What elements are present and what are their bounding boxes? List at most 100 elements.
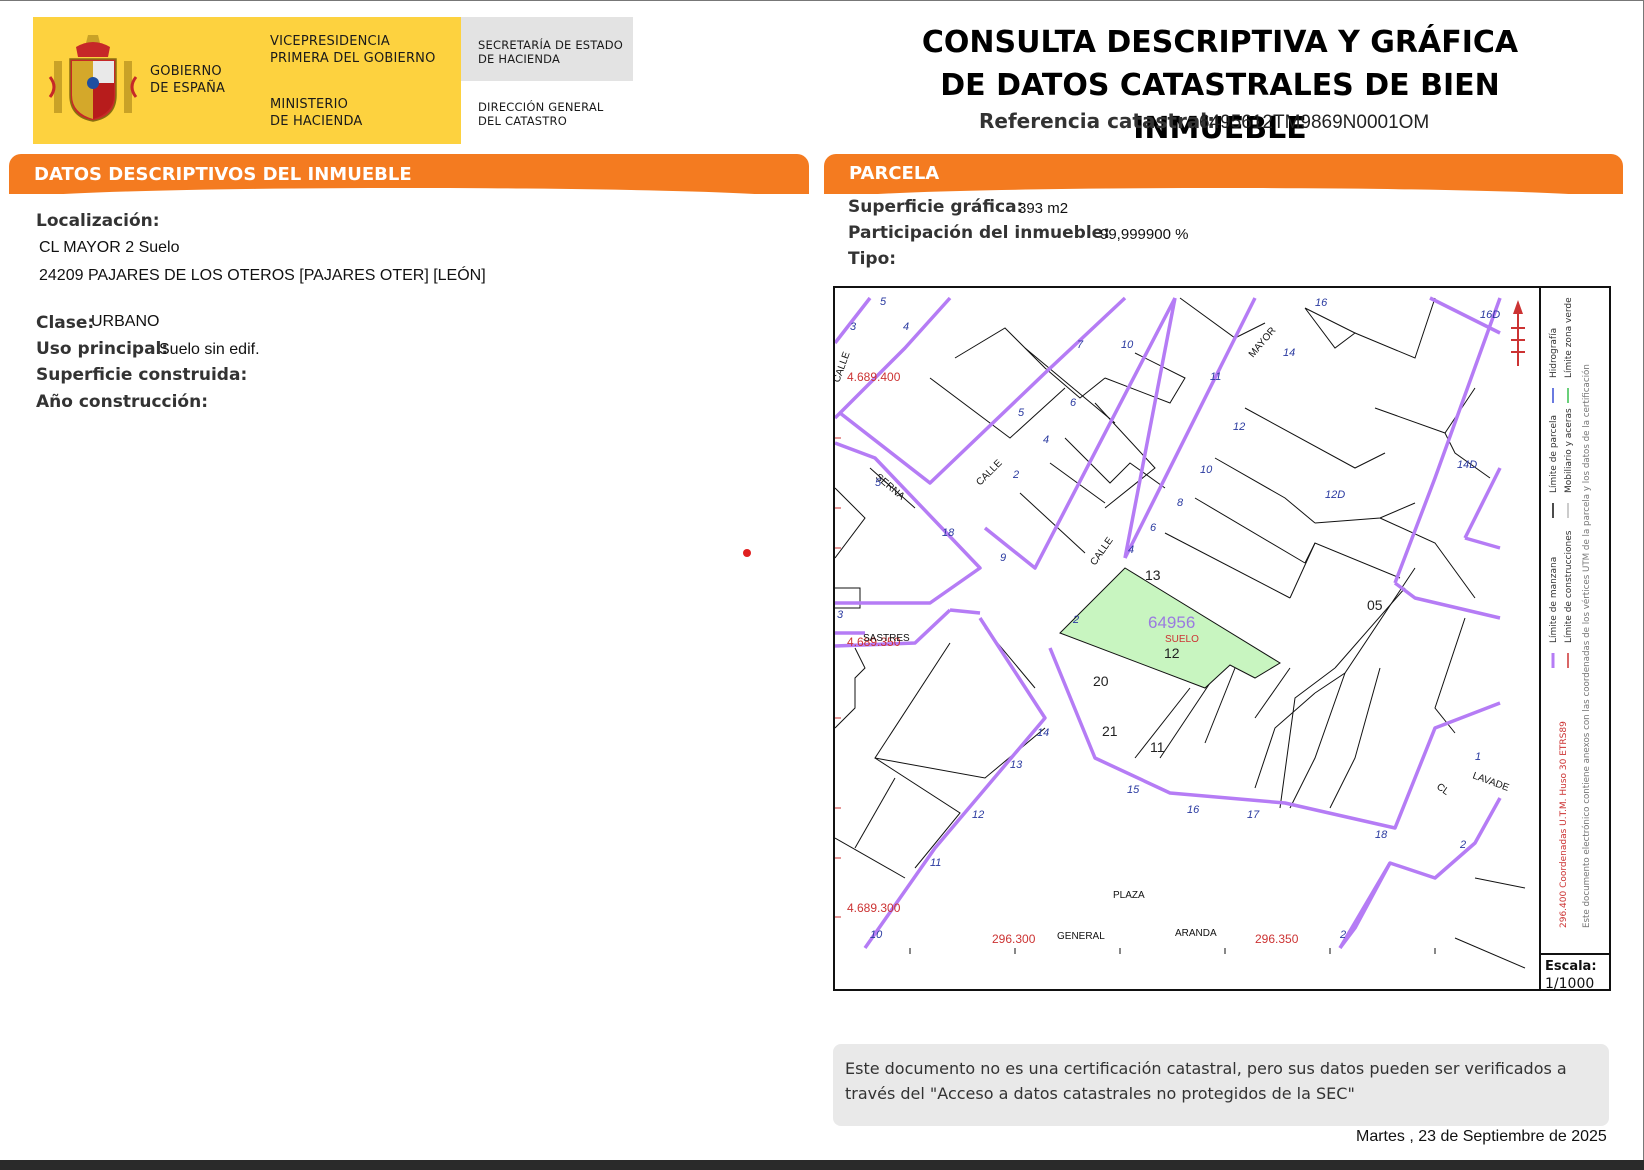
street-label: LAVADE xyxy=(1471,770,1511,793)
street-label: ARANDA xyxy=(1175,928,1217,939)
portal-number: 2 xyxy=(1012,469,1019,481)
gobierno-text: GOBIERNO DE ESPAÑA xyxy=(150,64,226,96)
localizacion-line2: 24209 PAJARES DE LOS OTEROS [PAJARES OTE… xyxy=(39,267,486,284)
uso-principal-value: Suelo sin edif. xyxy=(159,341,260,358)
portal-number: 11 xyxy=(1210,371,1221,383)
portal-number: 2 xyxy=(1072,614,1079,626)
scale-value: 1/1000 xyxy=(1545,976,1595,991)
subparcel-number: 05 xyxy=(1367,597,1383,613)
legend-item: Límite de manzana xyxy=(1549,557,1559,643)
ministerio-text: MINISTERIO DE HACIENDA xyxy=(270,97,363,129)
portal-number: 14 xyxy=(1283,347,1295,359)
portal-number: 11 xyxy=(930,857,941,869)
direccion-general-text: DIRECCIÓN GENERAL DEL CATASTRO xyxy=(478,100,604,128)
clase-value: URBANO xyxy=(91,313,160,330)
street-label: SASTRES xyxy=(863,633,910,644)
descriptive-data-section-header: DATOS DESCRIPTIVOS DEL INMUEBLE xyxy=(9,154,809,200)
participacion-label: Participación del inmueble: xyxy=(848,223,1111,243)
superficie-grafica-label: Superficie gráfica: xyxy=(848,197,1024,217)
coord-x-label: 296.300 xyxy=(992,932,1036,946)
street-label: MAYOR xyxy=(1247,325,1279,360)
portal-number: 4 xyxy=(1128,544,1134,556)
portal-number: 12 xyxy=(972,809,984,821)
map-drawing: 4.689.400 4.689.350 4.689.300 296.300 29… xyxy=(835,296,1526,969)
verification-note: Este documento no es una certificación c… xyxy=(833,1044,1609,1126)
map-legend: Límite de manzana Límite de construccion… xyxy=(1539,288,1609,953)
scale-label: Escala: xyxy=(1545,959,1597,974)
portal-number: 5 xyxy=(875,477,882,489)
tipo-label: Tipo: xyxy=(848,249,897,269)
vicepresidencia-text: VICEPRESIDENCIA PRIMERA DEL GOBIERNO xyxy=(270,34,436,66)
localizacion-label: Localización: xyxy=(36,211,160,231)
parcel-use-label: SUELO xyxy=(1165,634,1199,645)
localizacion-line1: CL MAYOR 2 Suelo xyxy=(39,239,180,256)
portal-number: 1 xyxy=(1475,751,1481,763)
portal-number: 13 xyxy=(1010,759,1023,771)
portal-number: 6 xyxy=(1070,397,1077,409)
street-label: GENERAL xyxy=(1057,931,1105,942)
clase-label: Clase: xyxy=(36,313,95,333)
portal-number: 18 xyxy=(1375,829,1388,841)
portal-number: 15 xyxy=(1127,784,1140,796)
portal-number: 10 xyxy=(1200,464,1213,476)
portal-number: 4 xyxy=(1043,434,1049,446)
ref-catastral-label: Referencia catastral: xyxy=(979,109,1216,133)
portal-number: 10 xyxy=(1121,339,1134,351)
ref-catastral-value: 6495612TM9869N0001OM xyxy=(1199,112,1430,133)
subparcel-number: 20 xyxy=(1093,673,1109,689)
subparcel-number: 13 xyxy=(1145,567,1161,583)
portal-number: 3 xyxy=(837,609,844,621)
north-arrow-icon xyxy=(1511,300,1525,366)
portal-number: 9 xyxy=(1000,552,1006,564)
coat-of-arms-icon xyxy=(48,35,138,122)
parcela-section-header: PARCELA xyxy=(824,154,1623,200)
street-label: PLAZA xyxy=(1113,890,1145,901)
legend-item: Límite de construcciones xyxy=(1564,530,1574,643)
portal-number: 8 xyxy=(1177,497,1184,509)
secretaria-text: SECRETARÍA DE ESTADO DE HACIENDA xyxy=(478,38,624,66)
portal-number: 12 xyxy=(1233,421,1245,433)
scale-box: Escala: 1/1000 xyxy=(1539,953,1609,991)
section-title: DATOS DESCRIPTIVOS DEL INMUEBLE xyxy=(34,164,412,185)
verification-note-text: Este documento no es una certificación c… xyxy=(845,1059,1567,1103)
coord-x-label: 296.350 xyxy=(1255,932,1299,946)
portal-number: 16D xyxy=(1480,309,1500,321)
portal-number: 18 xyxy=(942,527,955,539)
street-label: CL xyxy=(1434,781,1451,798)
portal-number: 2 xyxy=(1339,929,1346,941)
subparcel-number: 21 xyxy=(1102,723,1118,739)
portal-number: 5 xyxy=(880,296,887,308)
portal-number: 4 xyxy=(903,321,909,333)
portal-number: 5 xyxy=(1018,407,1025,419)
portal-number: 14 xyxy=(1037,727,1049,739)
portal-number: 3 xyxy=(850,321,857,333)
cadastral-map[interactable]: 4.689.400 4.689.350 4.689.300 296.300 29… xyxy=(833,286,1611,991)
portal-number: 7 xyxy=(1077,339,1084,351)
superficie-construida-label: Superficie construida: xyxy=(36,365,248,385)
street-label: CALLE xyxy=(1088,535,1115,568)
legend-item: Mobiliario y aceras xyxy=(1564,408,1574,493)
portal-number: 16 xyxy=(1187,804,1200,816)
superficie-grafica-value: 393 m2 xyxy=(1018,200,1069,217)
portal-number: 6 xyxy=(1150,522,1157,534)
participacion-value: 99,999900 % xyxy=(1100,226,1189,243)
uso-principal-label: Uso principal: xyxy=(36,339,169,359)
legend-item: Hidrografía xyxy=(1549,328,1559,378)
portal-number: 2 xyxy=(1459,839,1466,851)
portal-number: 16 xyxy=(1315,297,1328,309)
subparcel-number: 12 xyxy=(1164,645,1180,661)
document-page: GOBIERNO DE ESPAÑA VICEPRESIDENCIA PRIMERA… xyxy=(0,0,1644,1160)
legend-note: Este documento electrónico contiene anex… xyxy=(1581,364,1592,928)
portal-number: 10 xyxy=(870,929,883,941)
anio-construccion-label: Año construcción: xyxy=(36,392,209,412)
bottom-border xyxy=(0,1160,1644,1170)
document-date: Martes , 23 de Septiembre de 2025 xyxy=(1356,1128,1607,1145)
legend-item: Límite zona verde xyxy=(1564,297,1574,378)
legend-item: Límite de parcela xyxy=(1549,415,1559,493)
subparcel-number: 11 xyxy=(1150,739,1165,755)
street-label: CALLE xyxy=(974,458,1004,488)
legend-coords: 296.400 Coordenadas U.T.M. Huso 30 ETRS8… xyxy=(1559,721,1569,928)
portal-number: 12D xyxy=(1325,489,1345,501)
coord-y-label: 4.689.300 xyxy=(847,901,901,915)
red-dot-marker xyxy=(743,549,751,557)
